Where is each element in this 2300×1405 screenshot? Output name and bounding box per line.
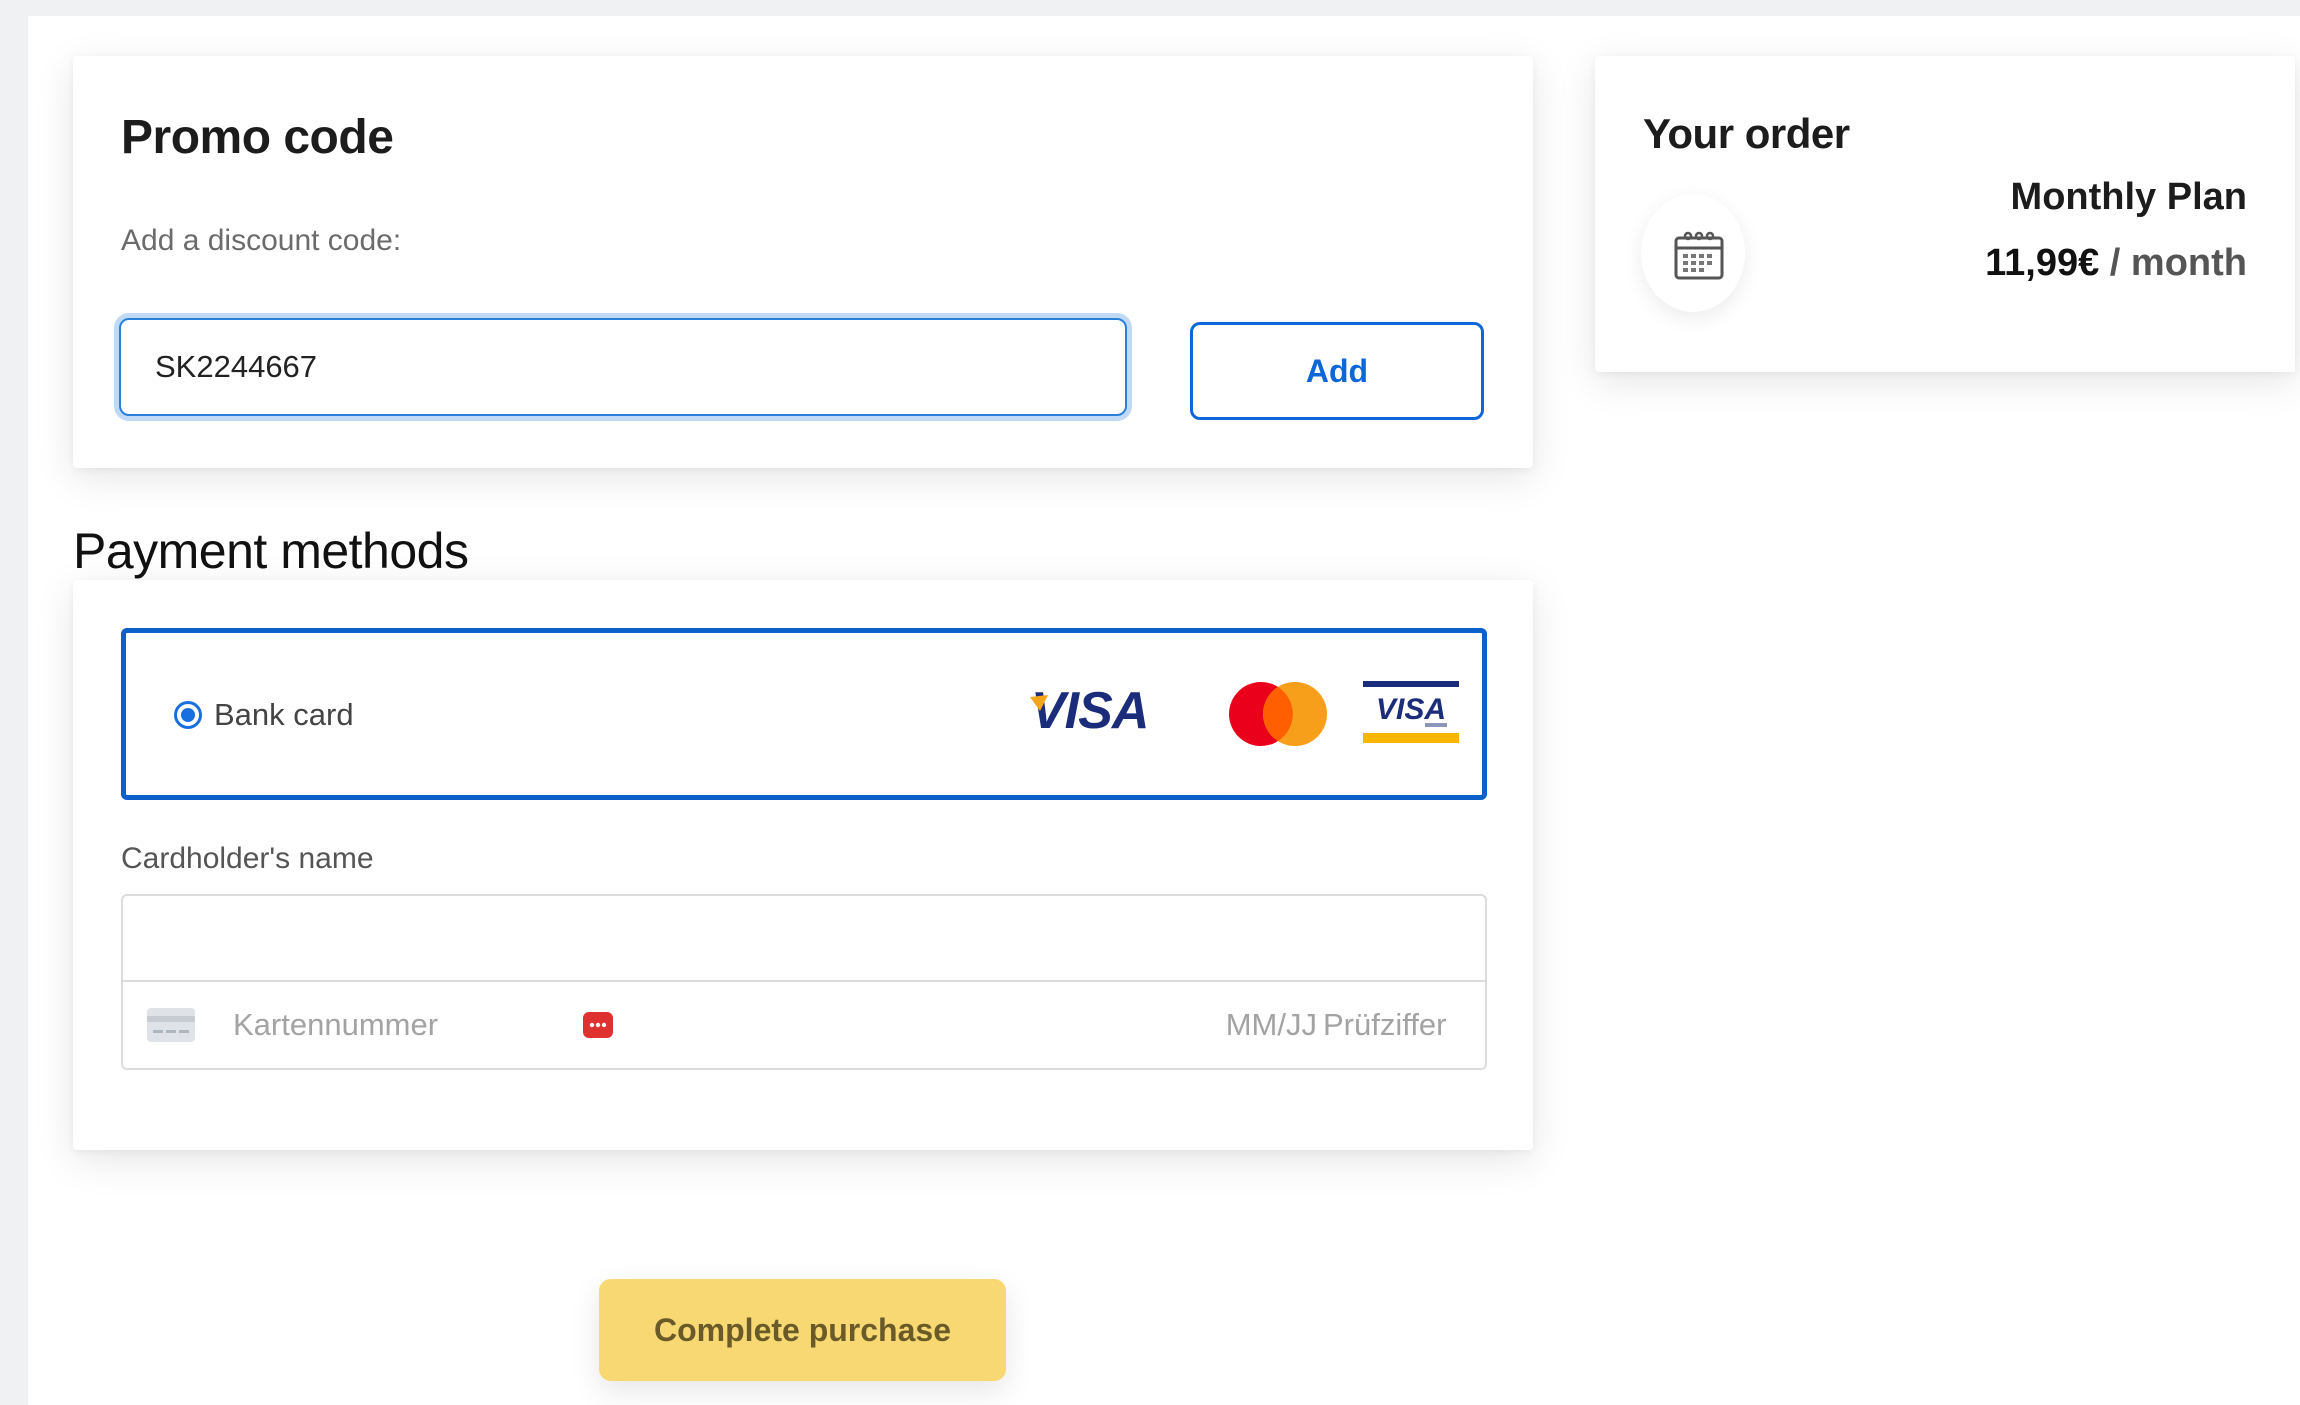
plan-period: / month	[2109, 242, 2247, 284]
order-title: Your order	[1643, 110, 1850, 157]
bank-card-label: Bank card	[214, 697, 354, 732]
add-promo-button[interactable]: Add	[1190, 322, 1484, 420]
visa-electron-logo-icon: VISA	[1363, 681, 1459, 743]
plan-price-row: 11,99€ / month	[1985, 242, 2247, 285]
visa-accent-icon	[1030, 695, 1048, 711]
page-top-strip	[0, 0, 2300, 16]
expiry-input[interactable]	[1197, 1000, 1317, 1050]
cardholder-name-label: Cardholder's name	[121, 842, 374, 875]
cardholder-name-input[interactable]	[121, 894, 1487, 982]
promo-label: Add a discount code:	[121, 224, 402, 257]
plan-icon-badge	[1641, 194, 1745, 312]
bank-card-option[interactable]: Bank card VISA VISA	[121, 628, 1487, 800]
promo-code-input[interactable]	[119, 318, 1127, 416]
card-details-row	[121, 982, 1487, 1070]
plan-name: Monthly Plan	[2010, 176, 2247, 218]
credit-card-icon	[147, 1008, 195, 1042]
cvc-input[interactable]	[1323, 1000, 1473, 1050]
promo-code-card: Promo code Add a discount code: Add	[73, 56, 1533, 468]
svg-text:VISA: VISA	[1376, 693, 1446, 726]
order-summary-card: Your order Monthly Plan 11,99€ / month	[1595, 56, 2295, 372]
payment-card: Bank card VISA VISA Cardholder's name	[73, 580, 1533, 1150]
card-number-input[interactable]	[233, 1000, 533, 1050]
page-left-strip	[0, 0, 28, 1405]
payment-methods-heading: Payment methods	[73, 523, 469, 579]
promo-title: Promo code	[121, 111, 394, 164]
complete-purchase-button[interactable]: Complete purchase	[599, 1279, 1006, 1381]
mastercard-logo-icon	[1229, 682, 1327, 746]
plan-price: 11,99€	[1985, 242, 2100, 284]
bank-card-radio[interactable]	[174, 701, 202, 729]
card-error-icon	[583, 1012, 613, 1038]
calendar-icon	[1674, 231, 1724, 280]
